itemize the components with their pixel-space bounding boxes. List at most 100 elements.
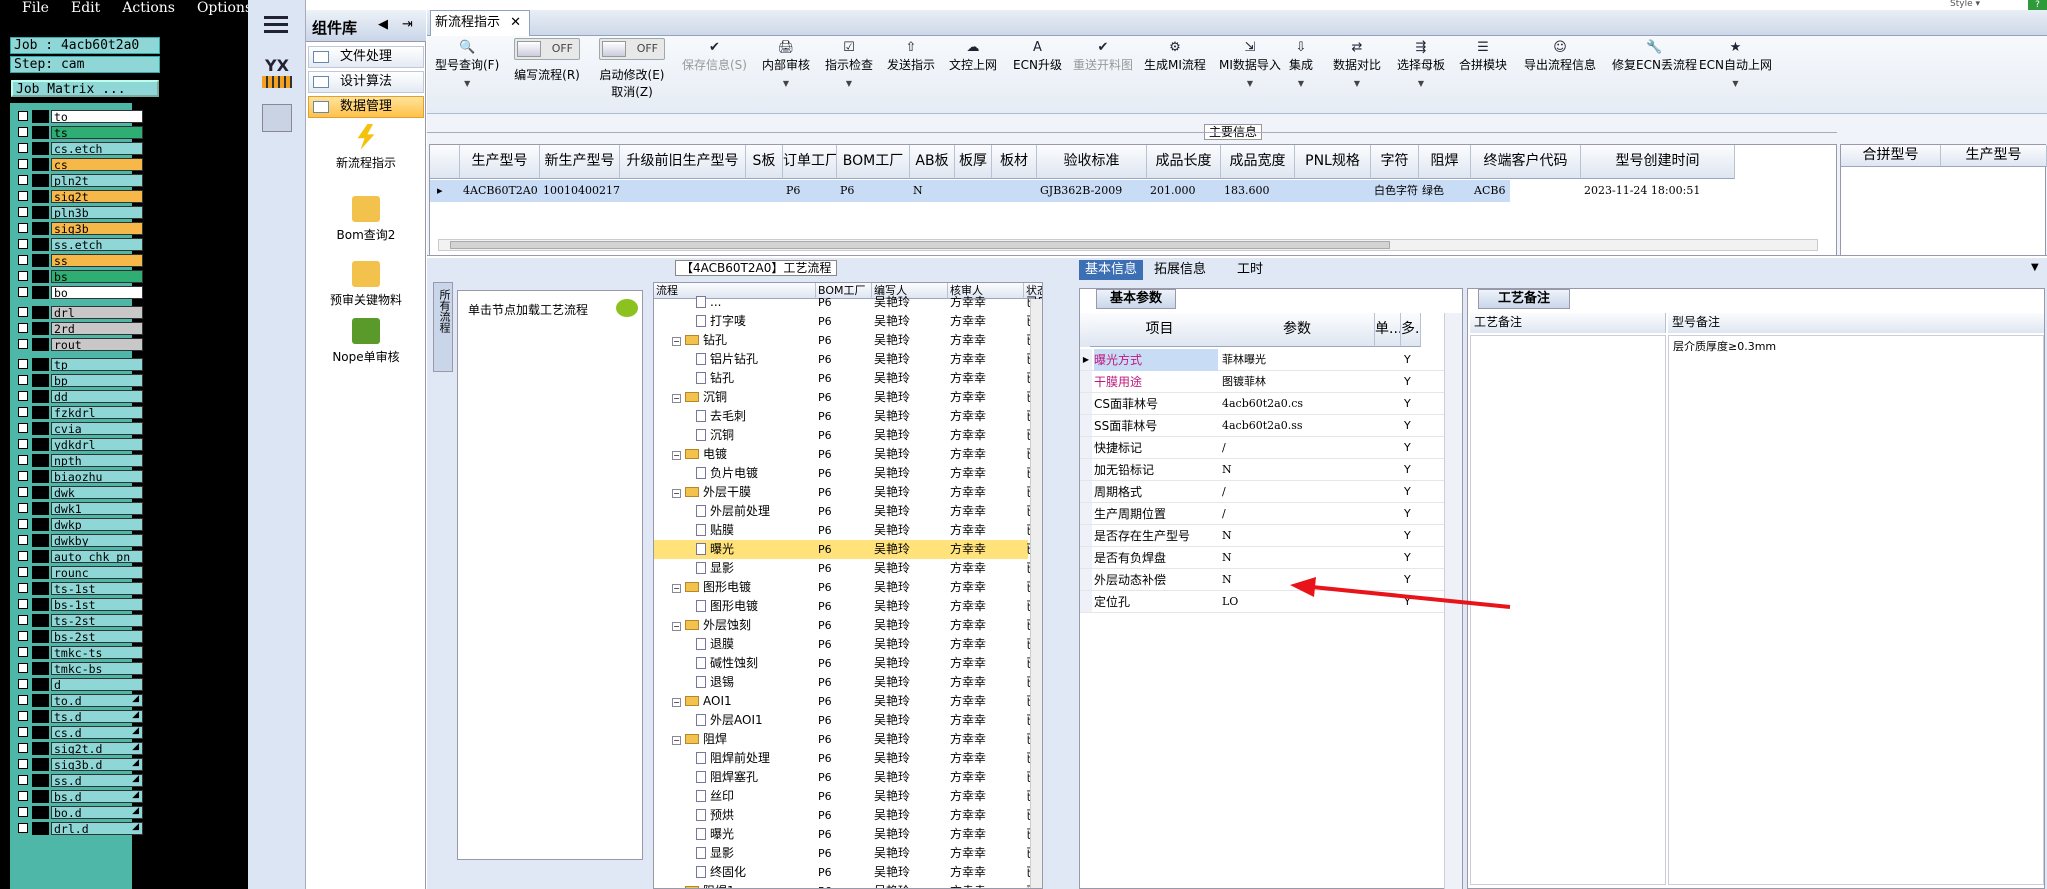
expand-icon[interactable]: − <box>672 337 681 346</box>
table-cell[interactable]: ACB6 <box>1471 180 1581 202</box>
flow-row[interactable]: 曝光P6吴艳玲方幸幸已审核 <box>654 540 1042 559</box>
layer-checkbox[interactable] <box>18 679 28 689</box>
basic-params-tab[interactable]: 基本参数 <box>1096 289 1176 309</box>
layer-affected-box[interactable] <box>32 470 49 483</box>
toolbar-button-15[interactable]: ☰ 合拼模块 <box>1459 40 1507 73</box>
layer-row[interactable]: d <box>14 677 143 691</box>
expand-icon[interactable]: − <box>672 489 681 498</box>
expand-icon[interactable]: − <box>672 394 681 403</box>
param-row[interactable]: 是否存在生产型号 N Y <box>1080 525 1462 547</box>
calculator-icon[interactable] <box>262 104 292 132</box>
layer-row[interactable]: drl.d ◢ <box>14 821 143 835</box>
layer-checkbox[interactable] <box>18 391 28 401</box>
layer-checkbox[interactable] <box>18 823 28 833</box>
complib-item[interactable]: 文件处理 <box>308 46 424 68</box>
layer-affected-box[interactable] <box>32 174 49 187</box>
param-row[interactable]: 快捷标记 / Y <box>1080 437 1462 459</box>
layer-affected-box[interactable] <box>32 694 49 707</box>
param-row[interactable]: 是否有负焊盘 N Y <box>1080 547 1462 569</box>
complib-item[interactable]: 数据管理 <box>308 96 424 118</box>
layer-row[interactable]: dwkby <box>14 533 143 547</box>
param-row[interactable]: CS面菲林号 4acb60t2a0.cs Y <box>1080 393 1462 415</box>
param-row[interactable]: 干膜用途 图镀菲林 Y <box>1080 371 1462 393</box>
param-value[interactable]: / <box>1222 437 1374 459</box>
param-value[interactable]: N <box>1222 459 1374 481</box>
flow-row[interactable]: 外层AOI1P6吴艳玲方幸幸已审核 <box>654 711 1042 730</box>
toolbar-button-13[interactable]: ⇄ 数据对比 ▼ <box>1333 40 1381 88</box>
flow-row[interactable]: 阻焊塞孔P6吴艳玲方幸幸已审核 <box>654 768 1042 787</box>
param-row[interactable]: ▶ 曝光方式 菲林曝光 Y <box>1080 349 1462 371</box>
layer-affected-box[interactable] <box>32 422 49 435</box>
table-cell[interactable] <box>992 180 1037 202</box>
complib-action[interactable]: Bom查询2 <box>306 196 426 243</box>
layer-checkbox[interactable] <box>18 695 28 705</box>
table-cell[interactable]: 绿色 <box>1419 180 1471 202</box>
param-value[interactable]: 4acb60t2a0.cs <box>1222 393 1374 415</box>
layer-affected-box[interactable] <box>32 758 49 771</box>
table-cell[interactable]: 183.600 <box>1221 180 1295 202</box>
layer-row[interactable]: drl <box>14 305 143 319</box>
expand-icon[interactable]: − <box>672 451 681 460</box>
param-column-header[interactable]: 项目 <box>1090 313 1230 347</box>
layer-row[interactable]: bo <box>14 285 143 299</box>
flow-row[interactable]: −阻焊P6吴艳玲方幸幸已审核 <box>654 730 1042 749</box>
layer-affected-box[interactable] <box>32 390 49 403</box>
complib-action[interactable]: 新流程指示 <box>306 124 426 171</box>
flow-row[interactable]: 退膜P6吴艳玲方幸幸已审核 <box>654 635 1042 654</box>
table-cell[interactable]: 10010400217610 <box>540 180 620 202</box>
layer-checkbox[interactable] <box>18 287 28 297</box>
grid-column-header[interactable]: 验收标准 <box>1037 145 1147 179</box>
param-column-header[interactable]: 多... <box>1401 313 1421 347</box>
flow-row[interactable]: 显影P6吴艳玲方幸幸已审核 <box>654 844 1042 863</box>
layer-affected-box[interactable] <box>32 582 49 595</box>
layer-affected-box[interactable] <box>32 270 49 283</box>
job-matrix-button[interactable]: Job Matrix ... <box>11 80 159 97</box>
flow-row[interactable]: 打字唛P6吴艳玲方幸幸已审核 <box>654 312 1042 331</box>
style-menu[interactable]: Style ▾ <box>1950 0 2022 9</box>
grid-column-header[interactable]: 型号创建时间 <box>1581 145 1735 179</box>
layer-checkbox[interactable] <box>18 583 28 593</box>
layer-checkbox[interactable] <box>18 207 28 217</box>
layer-checkbox[interactable] <box>18 359 28 369</box>
layer-affected-box[interactable] <box>32 110 49 123</box>
flow-row[interactable]: −外层蚀刻P6吴艳玲方幸幸已审核 <box>654 616 1042 635</box>
layer-row[interactable]: ts-2st <box>14 613 143 627</box>
info-tab[interactable]: 拓展信息 <box>1149 260 1211 280</box>
flow-row[interactable]: −沉铜P6吴艳玲方幸幸已审核 <box>654 388 1042 407</box>
layer-row[interactable]: dwk <box>14 485 143 499</box>
layer-row[interactable]: dwk1 <box>14 501 143 515</box>
grid-column-header[interactable]: 订单工厂 <box>783 145 837 179</box>
toolbar-button-2[interactable]: OFF 启动修改(E) 取消(Z) <box>599 38 665 100</box>
table-cell[interactable]: 白色字符 <box>1371 180 1419 202</box>
layer-checkbox[interactable] <box>18 455 28 465</box>
grid-column-header[interactable]: 板厚 <box>955 145 992 179</box>
layer-checkbox[interactable] <box>18 711 28 721</box>
pin-icon[interactable]: ⇥ <box>402 17 413 32</box>
cam-graphics-area[interactable] <box>162 40 248 889</box>
layer-row[interactable]: tmkc-bs <box>14 661 143 675</box>
toolbar-button-11[interactable]: ⇲ MI数据导入 ▼ <box>1219 40 1281 88</box>
layer-checkbox[interactable] <box>18 647 28 657</box>
grid-column-header[interactable]: AB板 <box>910 145 955 179</box>
layer-checkbox[interactable] <box>18 407 28 417</box>
flow-row[interactable]: ...P6吴艳玲方幸幸已审核 <box>654 293 1042 312</box>
layer-checkbox[interactable] <box>18 175 28 185</box>
toolbar-button-8[interactable]: A ECN升级 <box>1013 40 1062 73</box>
expand-icon[interactable]: − <box>672 622 681 631</box>
param-value[interactable]: 图镀菲林 <box>1222 371 1374 393</box>
layer-row[interactable]: sig3b.d ◢ <box>14 757 143 771</box>
grid-column-header[interactable]: PNL规格 <box>1295 145 1371 179</box>
layer-checkbox[interactable] <box>18 727 28 737</box>
layer-affected-box[interactable] <box>32 822 49 835</box>
flow-row[interactable]: 碱性蚀刻P6吴艳玲方幸幸已审核 <box>654 654 1042 673</box>
table-cell[interactable]: 2023-11-24 18:00:51 <box>1581 180 1735 202</box>
layer-row[interactable]: bs-1st <box>14 597 143 611</box>
layer-affected-box[interactable] <box>32 534 49 547</box>
layer-affected-box[interactable] <box>32 126 49 139</box>
layer-checkbox[interactable] <box>18 663 28 673</box>
flow-row[interactable]: 丝印P6吴艳玲方幸幸已审核 <box>654 787 1042 806</box>
layer-checkbox[interactable] <box>18 111 28 121</box>
expand-icon[interactable]: − <box>672 736 681 745</box>
param-value[interactable]: / <box>1222 503 1374 525</box>
scrollbar-thumb[interactable] <box>450 241 1390 249</box>
